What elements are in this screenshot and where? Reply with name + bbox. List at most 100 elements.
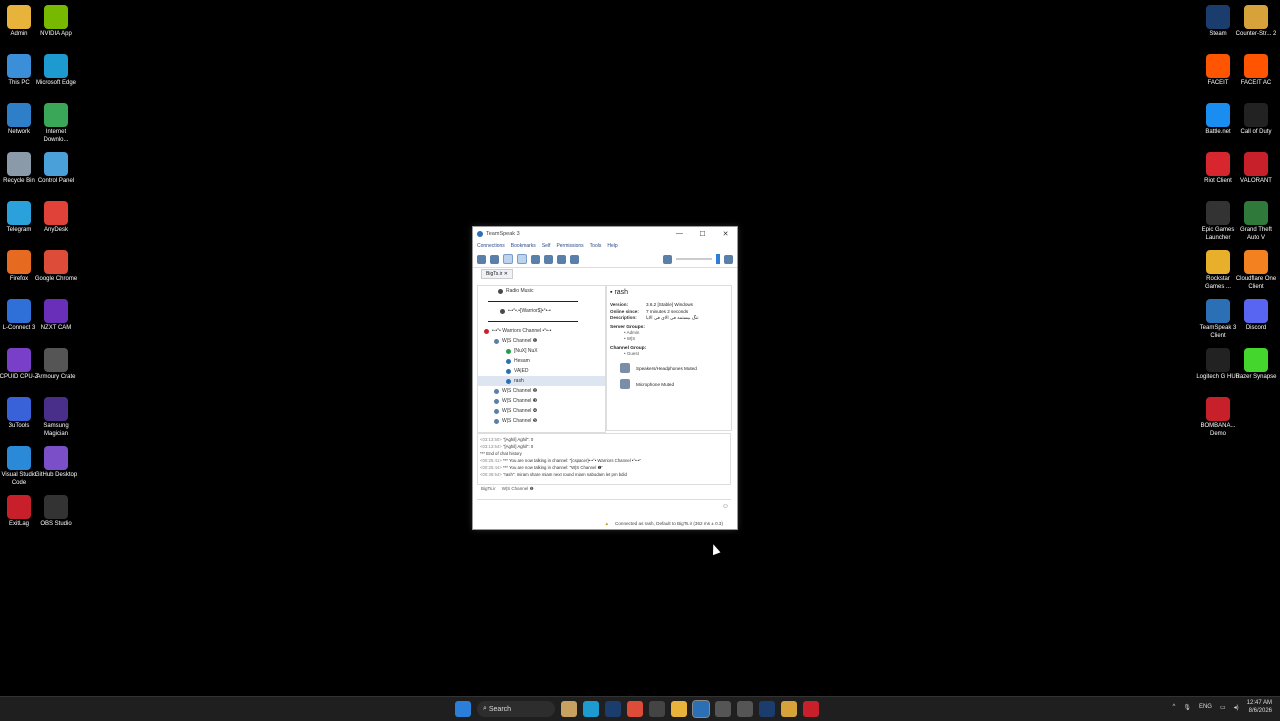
tree-row[interactable]: rash [478, 376, 605, 386]
desktop-icon-nvidia-app[interactable]: NVIDIA App [34, 5, 78, 39]
menu-tools[interactable]: Tools [590, 243, 602, 249]
menu-connections[interactable]: Connections [477, 243, 505, 249]
tree-row-label: W|S Channel ❸ [502, 398, 538, 404]
contacts-icon[interactable] [544, 254, 553, 264]
channel-icon [494, 338, 499, 344]
file-explorer-icon[interactable] [671, 701, 687, 717]
tree-row[interactable]: Hesam [478, 356, 605, 366]
time: 12:47 AM [1246, 700, 1272, 706]
tree-row[interactable]: Radio Music [478, 286, 605, 296]
menu-self[interactable]: Self [542, 243, 551, 249]
faceit-ac-icon[interactable] [803, 701, 819, 717]
tree-row[interactable]: W|S Channel ❶ [478, 336, 605, 346]
server-tab[interactable]: BigTs.ir ✕ [481, 269, 513, 279]
desktop-icon-control-panel[interactable]: Control Panel [34, 152, 78, 186]
desktop-icon-bombana-demo[interactable]: BOMBANA... Demo [1196, 397, 1240, 438]
menu-permissions[interactable]: Permissions [556, 243, 583, 249]
tree-row[interactable]: W|S Channel ❹ [478, 406, 605, 416]
desktop-icon-internet-downlo[interactable]: Internet Downlo... [34, 103, 78, 144]
tree-row[interactable]: •-•°• Warriors Channel •°•-• [478, 326, 605, 336]
chat-text: *** You are now talking in channel: "W|S… [502, 465, 603, 470]
network-icon[interactable]: ▭ [1220, 704, 1226, 711]
menu-icon[interactable] [724, 254, 733, 264]
call-of-duty-icon [1244, 103, 1268, 127]
menu-bookmarks[interactable]: Bookmarks [511, 243, 536, 249]
media-icon[interactable] [715, 701, 731, 717]
tree-row[interactable]: VA|ED [478, 366, 605, 376]
desktop-icon-github-desktop[interactable]: GitHub Desktop [34, 446, 78, 480]
mute-microphone-icon[interactable] [503, 254, 513, 264]
volume-slider[interactable] [676, 258, 712, 260]
steam-icon[interactable] [605, 701, 621, 717]
desktop-icon-obs-studio[interactable]: OBS Studio [34, 495, 78, 529]
volume-slider-handle[interactable] [716, 254, 720, 264]
tree-row-label: [NuX] NuX [514, 348, 538, 354]
tree-row-label: Radio Music [506, 288, 534, 294]
desktop-icon-nzxt-cam[interactable]: NZXT CAM [34, 299, 78, 333]
epic-games-launcher-icon [1206, 201, 1230, 225]
desktop-icon-faceit-ac[interactable]: FACEIT AC [1234, 54, 1278, 88]
settings-icon[interactable] [570, 254, 579, 264]
tree-row[interactable]: W|S Channel ❺ [478, 416, 605, 426]
microphone-icon[interactable]: 🎙 [1183, 704, 1191, 711]
away-icon[interactable] [531, 254, 540, 264]
volume-icon[interactable] [663, 254, 672, 264]
cloudflare-one-client-icon [1244, 250, 1268, 274]
desktop-icon-google-chrome[interactable]: Google Chrome [34, 250, 78, 284]
tree-row[interactable]: W|S Channel ❷ [478, 386, 605, 396]
language-indicator[interactable]: ENG [1199, 704, 1212, 710]
chat-log[interactable]: <03:13:50> "[Aghil] Aghil": 0 <03:13:54> … [477, 433, 731, 485]
desktop-icon-anydesk[interactable]: AnyDesk [34, 201, 78, 235]
whisper-icon[interactable] [557, 254, 566, 264]
desktop-icon-counter-str-2[interactable]: Counter-Str... 2 [1234, 5, 1278, 39]
maximize-button[interactable]: ☐ [691, 230, 714, 238]
minimize-button[interactable]: — [668, 230, 691, 238]
title-bar[interactable]: TeamSpeak 3 — ☐ ✕ [473, 227, 737, 241]
connect-icon[interactable] [477, 254, 486, 264]
network-app-icon[interactable] [737, 701, 753, 717]
desktop-icon-grand-theft-auto-v[interactable]: Grand Theft Auto V [1234, 201, 1278, 242]
tree-row[interactable]: W|S Channel ❸ [478, 396, 605, 406]
volume-tray-icon[interactable]: ◂) [1234, 704, 1239, 711]
desktop-icon-microsoft-edge[interactable]: Microsoft Edge [34, 54, 78, 88]
desktop-icon-discord[interactable]: Discord [1234, 299, 1278, 333]
mute-speakers-icon[interactable] [517, 254, 527, 264]
tree-row[interactable]: [NuX] NuX [478, 346, 605, 356]
tree-row[interactable] [478, 316, 605, 326]
visual-studio-code-icon [7, 446, 31, 470]
app-icon[interactable] [649, 701, 665, 717]
search-box[interactable]: ⌕ Search [477, 701, 555, 717]
chat-tab-channel[interactable]: W|S Channel ❶ [502, 486, 534, 492]
chat-tab-server[interactable]: BigTs.ir [481, 486, 496, 492]
tree-row[interactable] [478, 296, 605, 306]
desktop-icon-razer-synapse[interactable]: Razer Synapse [1234, 348, 1278, 382]
steam-alt-icon[interactable] [759, 701, 775, 717]
channel-icon [506, 368, 511, 374]
emoji-icon[interactable]: ☺ [722, 503, 729, 510]
teamspeak-taskbar-icon[interactable] [692, 700, 710, 718]
chevron-up-icon[interactable]: ^ [1172, 704, 1175, 710]
menu-help[interactable]: Help [607, 243, 617, 249]
clock[interactable]: 12:47 AM 8/6/2026 [1247, 699, 1272, 715]
desktop-icon-valorant[interactable]: VALORANT [1234, 152, 1278, 186]
chat-text: *** End of chat history [480, 451, 522, 456]
chat-input[interactable]: ☺ [477, 499, 731, 514]
desktop-icon-armoury-crate[interactable]: Armoury Crate [34, 348, 78, 382]
start-button[interactable] [455, 701, 471, 717]
tree-row-label: W|S Channel ❷ [502, 388, 538, 394]
close-button[interactable]: ✕ [714, 230, 737, 238]
edge-icon[interactable] [583, 701, 599, 717]
tree-row[interactable]: •-•°•.•[Warrior$]•°•-• [478, 306, 605, 316]
chat-timestamp: <03:13:50> [480, 437, 502, 442]
server-tab-label: BigTs.ir [486, 271, 503, 277]
desktop-icon-samsung-magician[interactable]: Samsung Magician [34, 397, 78, 438]
channel-tree[interactable]: Radio Music •-•°•.•[Warrior$]•°•-• •-•°• W… [477, 285, 606, 433]
counter-strike-icon[interactable] [781, 701, 797, 717]
desktop-icon-call-of-duty[interactable]: Call of Duty [1234, 103, 1278, 137]
chrome-icon[interactable] [627, 701, 643, 717]
teamspeak-window[interactable]: TeamSpeak 3 — ☐ ✕ Connections Bookmarks … [472, 226, 738, 530]
chat-line: <03:13:54> "[Aghil] Aghil": 0 [480, 443, 728, 450]
widgets-icon[interactable] [561, 701, 577, 717]
desktop-icon-cloudflare-one-client[interactable]: Cloudflare One Client [1234, 250, 1278, 291]
disconnect-icon[interactable] [490, 254, 499, 264]
